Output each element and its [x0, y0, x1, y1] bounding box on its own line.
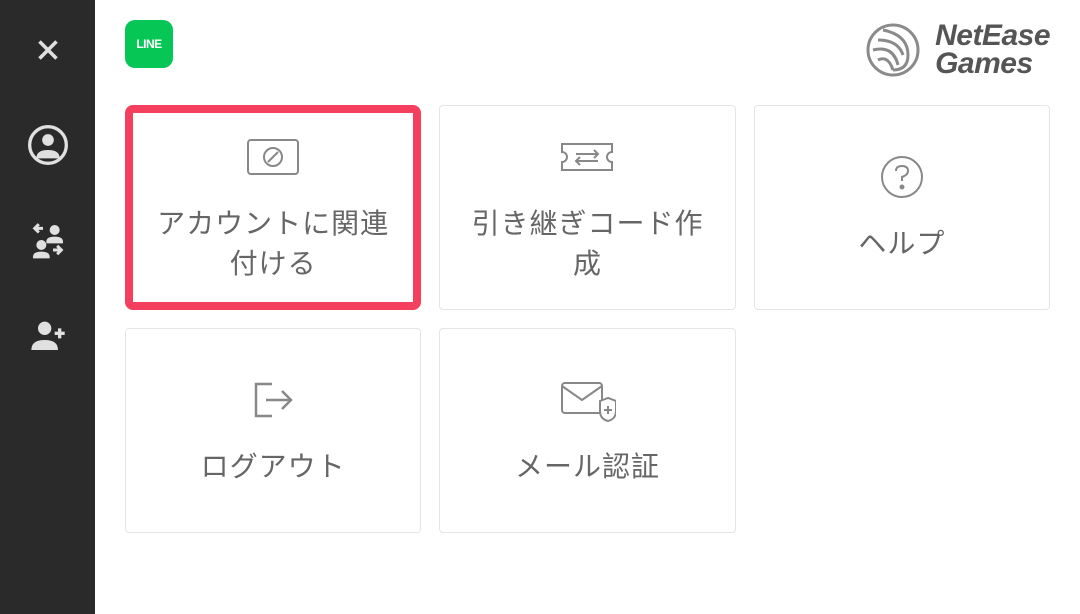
switch-users-icon[interactable]	[28, 220, 68, 260]
profile-icon[interactable]	[28, 125, 68, 165]
line-app-icon: LINE	[125, 20, 173, 68]
mail-shield-icon	[557, 375, 617, 425]
account-panel: LINE NetEase Games	[95, 0, 1080, 614]
help-icon	[872, 152, 932, 202]
line-icon-label: LINE	[136, 37, 161, 51]
help-tile[interactable]: ヘルプ	[754, 105, 1050, 310]
netease-brand: NetEase Games	[863, 20, 1050, 80]
tiles-grid: アカウントに関連付ける 引き継ぎコード作成	[125, 105, 1050, 533]
ticket-icon	[557, 132, 617, 182]
netease-logo-icon	[863, 20, 923, 80]
logout-icon	[243, 375, 303, 425]
link-account-tile[interactable]: アカウントに関連付ける	[125, 105, 421, 310]
link-account-label: アカウントに関連付ける	[139, 204, 407, 282]
help-label: ヘルプ	[840, 224, 963, 263]
brand-line2: Games	[935, 49, 1050, 79]
mail-auth-tile[interactable]: メール認証	[439, 328, 735, 533]
logout-label: ログアウト	[183, 447, 364, 486]
link-icon	[243, 132, 303, 182]
add-user-icon[interactable]	[28, 315, 68, 355]
logout-tile[interactable]: ログアウト	[125, 328, 421, 533]
header-row: LINE NetEase Games	[125, 20, 1050, 80]
close-icon[interactable]	[28, 30, 68, 70]
transfer-code-label: 引き継ぎコード作成	[453, 204, 721, 282]
transfer-code-tile[interactable]: 引き継ぎコード作成	[439, 105, 735, 310]
mail-auth-label: メール認証	[497, 447, 678, 486]
sidebar	[0, 0, 95, 614]
